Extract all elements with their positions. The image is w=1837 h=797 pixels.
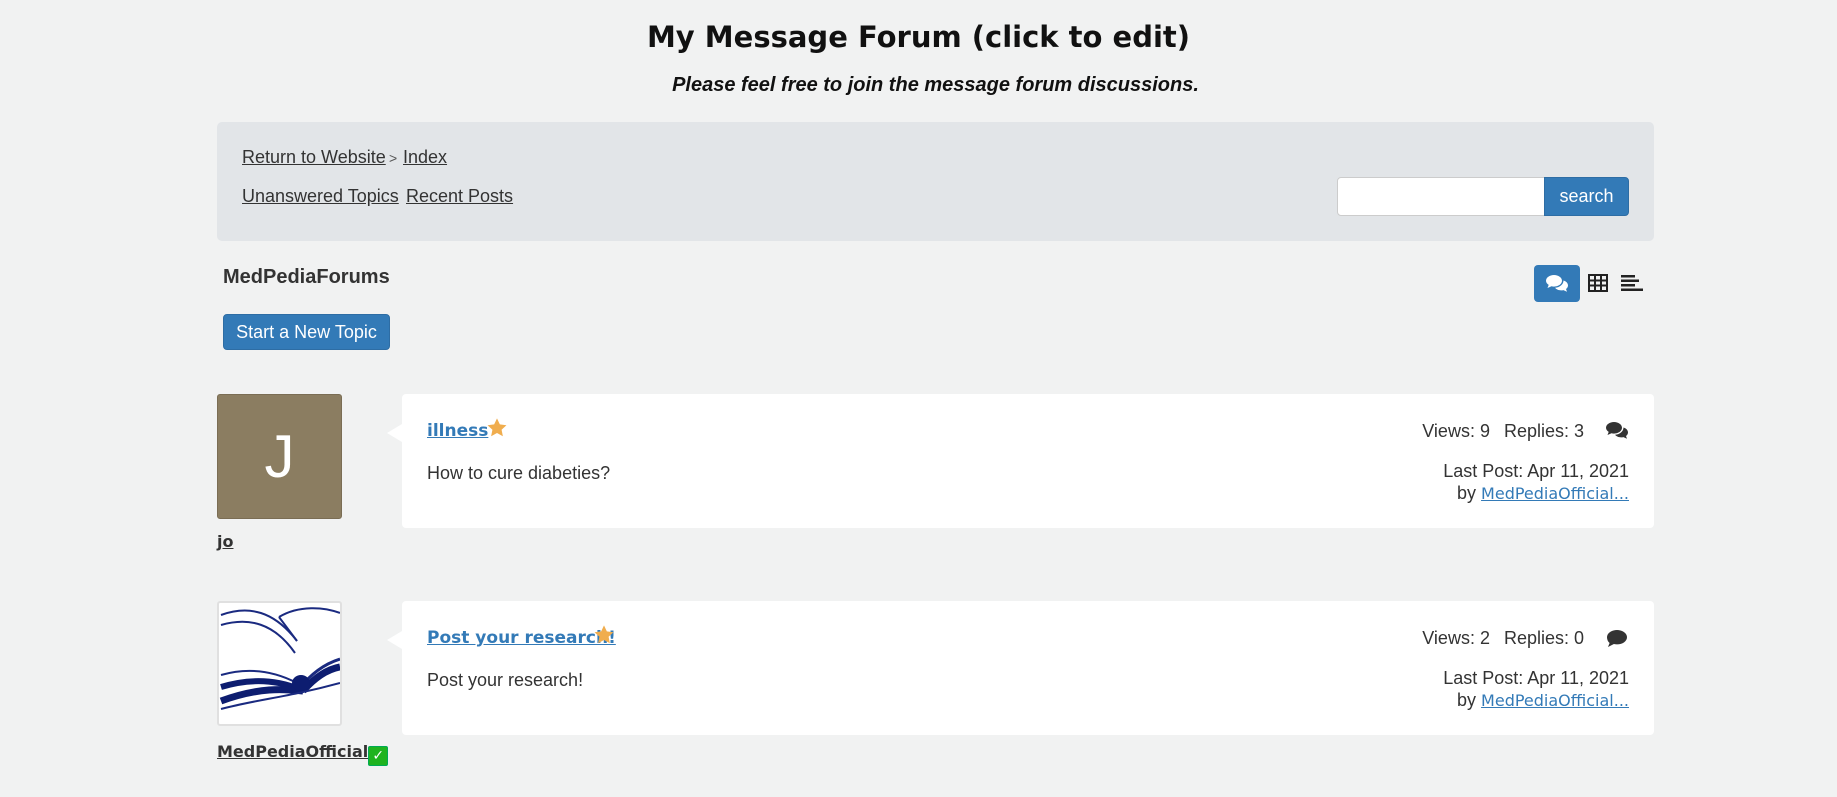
page-subtitle: Please feel free to join the message for…	[672, 74, 1199, 96]
open-book-icon	[219, 607, 340, 710]
search-input[interactable]	[1337, 177, 1545, 216]
comment-icon[interactable]	[1605, 627, 1629, 649]
author-name[interactable]: MedPediaOfficial ✓	[217, 742, 389, 766]
last-post-date: Last Post: Apr 11, 2021	[1443, 461, 1629, 481]
star-icon	[487, 418, 507, 437]
topic-stats: Views: 2 Replies: 0	[1422, 628, 1584, 649]
replies-count: Replies: 0	[1503, 628, 1584, 648]
topic-excerpt: How to cure diabeties?	[427, 463, 611, 483]
last-post-date: Last Post: Apr 11, 2021	[1443, 668, 1629, 688]
last-post-author-link[interactable]: MedPediaOfficial...	[1481, 484, 1629, 503]
page-title[interactable]: My Message Forum (click to edit)	[0, 20, 1837, 54]
start-new-topic-button[interactable]: Start a New Topic	[223, 314, 390, 350]
author-avatar[interactable]: J	[217, 394, 342, 519]
comments-view-button[interactable]	[1534, 265, 1580, 302]
comments-view-icon	[1546, 274, 1568, 292]
views-count: Views: 9	[1422, 421, 1490, 441]
author-avatar[interactable]	[217, 601, 342, 726]
table-view-icon	[1588, 274, 1608, 292]
topic-stats: Views: 9 Replies: 3	[1422, 421, 1584, 442]
unanswered-topics-link[interactable]: Unanswered Topics	[242, 186, 399, 207]
views-count: Views: 2	[1422, 628, 1490, 648]
return-to-website-link[interactable]: Return to Website	[242, 147, 386, 168]
check-badge-icon: ✓	[368, 746, 389, 766]
list-view-button[interactable]	[1620, 272, 1644, 294]
breadcrumb-separator: >	[389, 150, 398, 166]
card-pointer	[387, 631, 402, 649]
replies-count: Replies: 3	[1503, 421, 1584, 441]
search-button[interactable]: search	[1544, 177, 1629, 216]
forum-nav-panel: Return to Website > Index Unanswered Top…	[217, 122, 1654, 241]
star-icon	[594, 625, 614, 644]
author-name[interactable]: jo	[217, 532, 233, 551]
by-label: by	[1457, 483, 1477, 503]
topic-title-link[interactable]: illness	[427, 421, 488, 441]
topic-card: illness How to cure diabeties? Views: 9 R…	[387, 394, 1654, 528]
author-name-text: MedPediaOfficial	[217, 742, 369, 761]
last-post-by: by MedPediaOfficial...	[1457, 483, 1629, 504]
recent-posts-link[interactable]: Recent Posts	[406, 186, 513, 207]
comments-icon[interactable]	[1605, 420, 1629, 442]
last-post-by: by MedPediaOfficial...	[1457, 690, 1629, 711]
topic-excerpt: Post your research!	[427, 670, 584, 690]
topic-card: Post your research! Post your research! …	[387, 601, 1654, 735]
table-view-button[interactable]	[1587, 272, 1609, 294]
forum-name: MedPediaForums	[223, 266, 390, 288]
list-view-icon	[1621, 275, 1643, 291]
last-post-author-link[interactable]: MedPediaOfficial...	[1481, 691, 1629, 710]
index-link[interactable]: Index	[403, 147, 447, 168]
topic-title-link[interactable]: Post your research!	[427, 628, 616, 648]
by-label: by	[1457, 690, 1477, 710]
card-pointer	[387, 424, 402, 442]
